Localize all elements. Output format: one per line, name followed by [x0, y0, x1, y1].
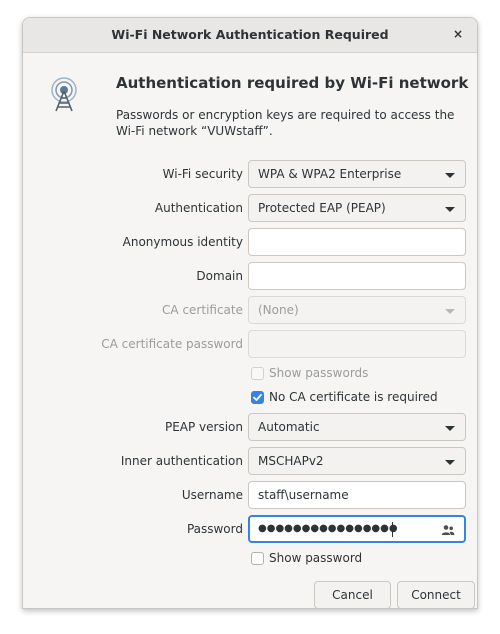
ca-certificate-password-label: CA certificate password — [101, 337, 243, 351]
wifi-security-label: Wi-Fi security — [162, 167, 243, 181]
ca-certificate-select[interactable]: (None) — [248, 296, 466, 324]
inner-authentication-value: MSCHAPv2 — [258, 454, 324, 468]
username-label: Username — [181, 488, 243, 502]
checkmark-icon — [253, 393, 262, 401]
connect-button[interactable]: Connect — [397, 581, 475, 608]
show-passwords-label: Show passwords — [269, 366, 369, 380]
wifi-security-value: WPA & WPA2 Enterprise — [258, 167, 402, 181]
show-password-label: Show password — [269, 551, 363, 565]
ca-certificate-password-input[interactable] — [248, 330, 466, 358]
title-bar[interactable]: Wi-Fi Network Authentication Required × — [23, 18, 477, 53]
window-title: Wi-Fi Network Authentication Required — [111, 27, 389, 42]
chevron-down-icon — [445, 426, 455, 431]
authentication-label: Authentication — [154, 201, 243, 215]
authentication-value: Protected EAP (PEAP) — [258, 201, 386, 215]
close-icon[interactable]: × — [449, 25, 467, 43]
peap-version-label: PEAP version — [164, 420, 243, 434]
people-icon[interactable] — [441, 524, 455, 536]
wifi-network-icon — [51, 77, 77, 112]
password-input[interactable]: ●●●●●●●●●●●●●●●● — [248, 515, 466, 543]
auth-dialog: Wi-Fi Network Authentication Required × … — [22, 17, 478, 609]
dialog-message: Passwords or encryption keys are require… — [116, 108, 455, 138]
peap-version-value: Automatic — [258, 420, 320, 434]
checkbox-box — [251, 367, 264, 380]
username-input[interactable]: staff\username — [248, 481, 466, 509]
authentication-select[interactable]: Protected EAP (PEAP) — [248, 194, 466, 222]
checkbox-box — [251, 391, 264, 404]
inner-authentication-select[interactable]: MSCHAPv2 — [248, 447, 466, 475]
username-value: staff\username — [258, 488, 349, 502]
chevron-down-icon — [445, 309, 455, 314]
ca-certificate-label: CA certificate — [162, 303, 243, 317]
domain-input[interactable] — [248, 262, 466, 290]
anonymous-identity-label: Anonymous identity — [122, 235, 243, 249]
chevron-down-icon — [445, 207, 455, 212]
chevron-down-icon — [445, 460, 455, 465]
text-cursor — [392, 522, 393, 537]
inner-authentication-label: Inner authentication — [120, 454, 243, 468]
chevron-down-icon — [445, 173, 455, 178]
ca-certificate-value: (None) — [258, 303, 299, 317]
anonymous-identity-input[interactable] — [248, 228, 466, 256]
cancel-button[interactable]: Cancel — [314, 581, 391, 608]
domain-label: Domain — [196, 269, 243, 283]
dialog-heading: Authentication required by Wi-Fi network — [116, 74, 469, 92]
password-label: Password — [186, 522, 243, 536]
checkbox-box — [251, 552, 264, 565]
peap-version-select[interactable]: Automatic — [248, 413, 466, 441]
no-ca-required-label: No CA certificate is required — [269, 390, 438, 404]
wifi-security-select[interactable]: WPA & WPA2 Enterprise — [248, 160, 466, 188]
password-value: ●●●●●●●●●●●●●●●● — [258, 523, 398, 534]
